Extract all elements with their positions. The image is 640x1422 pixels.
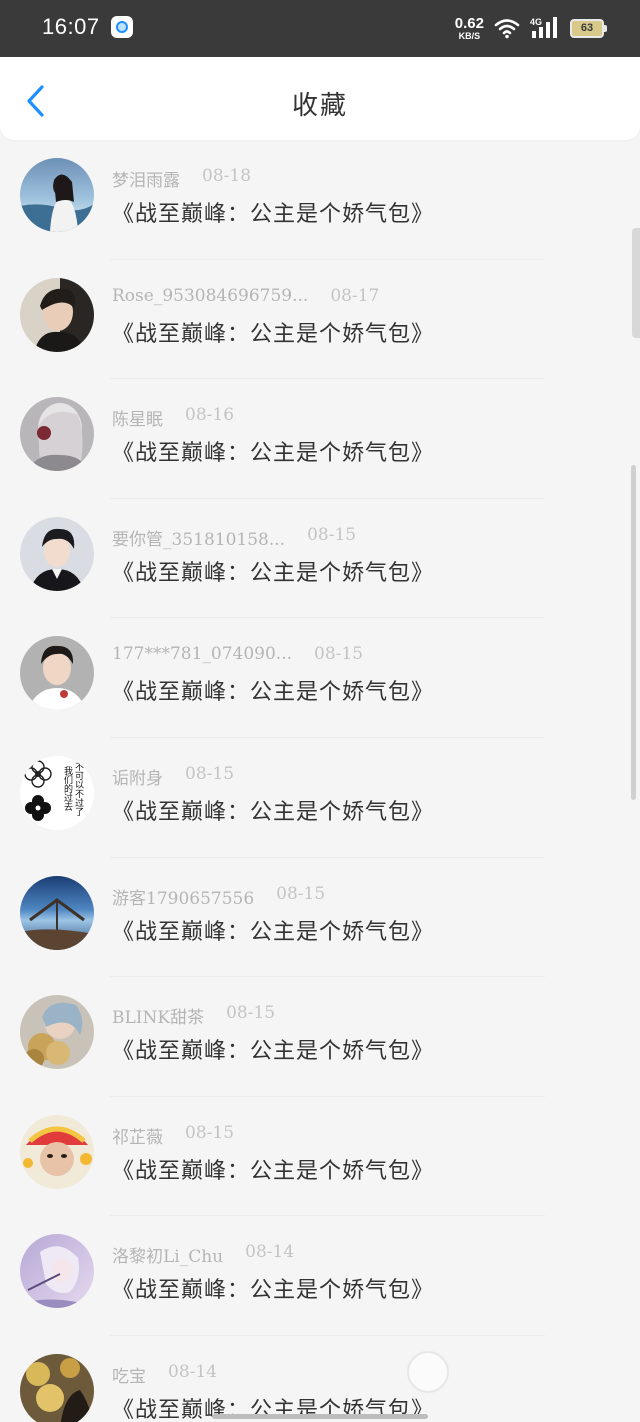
avatar-text-line1: 不可以不过了 <box>73 762 84 816</box>
item-username: Rose_953084696759... <box>112 285 309 306</box>
item-meta: 祁芷薇 08-15 <box>112 1123 234 1148</box>
item-username: BLINK甜茶 <box>112 1008 205 1029</box>
item-date: 08-16 <box>185 405 235 426</box>
item-meta: BLINK甜茶 08-15 <box>112 1003 275 1028</box>
side-drawer-handle[interactable] <box>632 228 640 338</box>
item-book-title: 《战至巅峰：公主是个娇气包》 <box>112 1278 435 1304</box>
network-speed-unit: KB/S <box>458 30 481 41</box>
avatar[interactable] <box>20 516 94 591</box>
item-username: 祁芷薇 <box>112 1127 163 1148</box>
item-username: 诟附身 <box>112 768 163 789</box>
list-item[interactable]: 177***781_074090... 08-15 《战至巅峰：公主是个娇气包》 <box>0 618 640 738</box>
header: 收藏 <box>0 57 640 140</box>
item-meta: 陈星眠 08-16 <box>112 405 234 430</box>
item-date: 08-15 <box>185 1122 235 1143</box>
item-book-title: 《战至巅峰：公主是个娇气包》 <box>112 1158 435 1184</box>
avatar[interactable] <box>20 636 94 711</box>
item-username: 177***781_074090... <box>112 644 293 665</box>
item-date: 08-15 <box>226 1003 276 1024</box>
item-book-title: 《战至巅峰：公主是个娇气包》 <box>112 441 435 467</box>
item-meta: 梦泪雨露 08-18 <box>112 166 251 191</box>
avatar[interactable] <box>20 1353 94 1422</box>
list-item[interactable]: BLINK甜茶 08-15 《战至巅峰：公主是个娇气包》 <box>0 977 640 1097</box>
app-notification-icon <box>111 16 133 38</box>
item-book-title: 《战至巅峰：公主是个娇气包》 <box>112 560 435 586</box>
item-date: 08-15 <box>314 644 364 665</box>
item-username: 梦泪雨露 <box>112 171 180 191</box>
status-bar: 16:07 0.62 KB/S 4G 63 <box>0 0 640 57</box>
item-date: 08-18 <box>202 166 252 186</box>
avatar[interactable] <box>20 1114 94 1189</box>
avatar[interactable] <box>20 1234 94 1309</box>
item-date: 08-14 <box>168 1361 218 1382</box>
item-meta: Rose_953084696759... 08-17 <box>112 286 379 306</box>
list-item[interactable]: 游客1790657556 08-15 《战至巅峰：公主是个娇气包》 <box>0 858 640 978</box>
item-meta: 游客1790657556 08-15 <box>112 884 325 909</box>
list-item[interactable]: 洛黎初Li_Chu 08-14 《战至巅峰：公主是个娇气包》 <box>0 1216 640 1336</box>
item-book-title: 《战至巅峰：公主是个娇气包》 <box>112 1039 435 1065</box>
avatar[interactable] <box>20 397 94 472</box>
avatar[interactable] <box>20 875 94 950</box>
item-username: 游客1790657556 <box>112 888 255 909</box>
item-book-title: 《战至巅峰：公主是个娇气包》 <box>112 202 435 227</box>
avatar[interactable]: 不可以不过了 我们的过去 <box>20 755 94 830</box>
item-date: 08-15 <box>307 524 357 545</box>
item-book-title: 《战至巅峰：公主是个娇气包》 <box>112 919 435 945</box>
item-username: 陈星眠 <box>112 410 163 431</box>
item-meta: 要你管_351810158... 08-15 <box>112 525 356 550</box>
battery-level: 63 <box>580 22 594 34</box>
favorites-list[interactable]: 梦泪雨露 08-18 《战至巅峰：公主是个娇气包》 Rose_953084696… <box>0 140 640 1422</box>
item-date: 08-14 <box>245 1242 295 1263</box>
item-book-title: 《战至巅峰：公主是个娇气包》 <box>112 799 435 825</box>
avatar[interactable] <box>20 277 94 352</box>
page-title: 收藏 <box>291 91 348 121</box>
item-username: 洛黎初Li_Chu <box>112 1247 224 1268</box>
list-item[interactable]: 祁芷薇 08-15 《战至巅峰：公主是个娇气包》 <box>0 1097 640 1217</box>
item-book-title: 《战至巅峰：公主是个娇气包》 <box>112 680 435 706</box>
list-item[interactable]: 吃宝 08-14 《战至巅峰：公主是个娇气包》 <box>0 1336 640 1422</box>
status-indicators: 0.62 KB/S 4G 63 <box>455 13 607 43</box>
item-date: 08-15 <box>276 883 326 904</box>
list-item[interactable]: 不可以不过了 我们的过去 诟附身 08-15 《战至巅峰：公主是个娇气包》 <box>0 738 640 858</box>
item-date: 08-17 <box>330 285 380 306</box>
wifi-icon <box>494 17 520 39</box>
item-book-title: 《战至巅峰：公主是个娇气包》 <box>112 321 435 347</box>
item-meta: 洛黎初Li_Chu 08-14 <box>112 1242 294 1267</box>
list-item[interactable]: Rose_953084696759... 08-17 《战至巅峰：公主是个娇气包… <box>0 260 640 380</box>
avatar[interactable] <box>20 158 94 232</box>
item-meta: 吃宝 08-14 <box>112 1362 217 1387</box>
item-username: 吃宝 <box>112 1366 146 1387</box>
home-indicator[interactable] <box>212 1414 428 1419</box>
list-item[interactable]: 要你管_351810158... 08-15 《战至巅峰：公主是个娇气包》 <box>0 499 640 619</box>
list-item[interactable]: 梦泪雨露 08-18 《战至巅峰：公主是个娇气包》 <box>0 140 640 260</box>
item-meta: 诟附身 08-15 <box>112 764 234 789</box>
item-username: 要你管_351810158... <box>112 529 286 550</box>
item-meta: 177***781_074090... 08-15 <box>112 644 363 664</box>
status-time: 16:07 <box>42 14 100 39</box>
avatar-text-line2: 我们的过去 <box>62 766 73 811</box>
network-speed-value: 0.62 <box>454 14 484 32</box>
battery-icon: 63 <box>570 18 607 38</box>
scrollbar[interactable] <box>631 465 636 800</box>
avatar[interactable] <box>20 995 94 1070</box>
list-item[interactable]: 陈星眠 08-16 《战至巅峰：公主是个娇气包》 <box>0 379 640 499</box>
network-speed: 0.62 KB/S <box>455 16 484 41</box>
network-type-label: 4G <box>530 17 542 27</box>
floating-assist-button[interactable] <box>407 1351 449 1393</box>
cellular-signal-icon: 4G <box>530 16 560 40</box>
item-date: 08-15 <box>185 763 235 784</box>
